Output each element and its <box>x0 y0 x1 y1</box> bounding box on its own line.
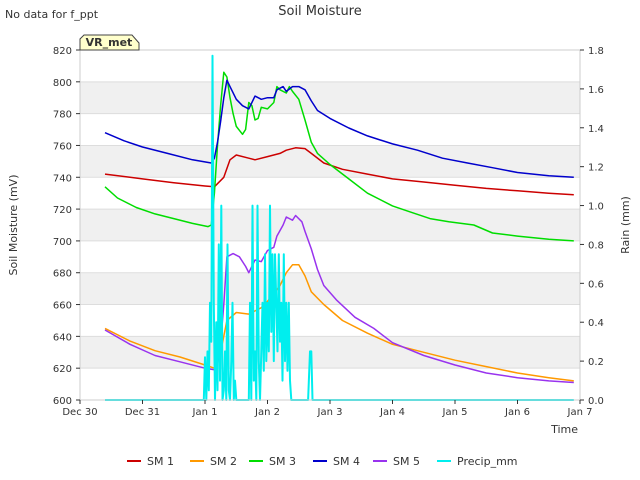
plot-band <box>80 336 580 369</box>
x-tick-label: Jan 7 <box>567 407 593 418</box>
y-tick-label: 760 <box>53 141 72 152</box>
site-badge: VR_met <box>79 34 140 51</box>
x-tick-label: Dec 31 <box>125 407 160 418</box>
no-data-note: No data for f_ppt <box>5 8 99 21</box>
y-tick-label: 720 <box>53 205 72 216</box>
x-tick-label: Dec 30 <box>62 407 97 418</box>
x-tick-label: Jan 2 <box>254 407 280 418</box>
y-right-tick-label: 1.8 <box>588 46 604 57</box>
legend-label-precip-mm: Precip_mm <box>457 455 518 468</box>
y-tick-label: 640 <box>53 332 72 343</box>
y-right-tick-label: 0.4 <box>588 318 604 329</box>
y-tick-label: 780 <box>53 110 72 121</box>
soil-moisture-chart: 600 620 640 660 680 700 720 740 760 780 800 820 0.0… <box>0 0 640 480</box>
plot-band <box>80 272 580 305</box>
y-tick-label: 600 <box>53 396 72 407</box>
legend-label-sm-4: SM 4 <box>333 455 360 468</box>
legend-label-sm-1: SM 1 <box>147 455 174 468</box>
x-tick-label: Jan 5 <box>442 407 468 418</box>
legend-label-sm-2: SM 2 <box>210 455 237 468</box>
site-badge-label: VR_met <box>86 36 133 49</box>
x-axis-label: Time <box>550 423 578 436</box>
y-right-tick-label: 0.0 <box>588 396 604 407</box>
y-right-tick-label: 1.6 <box>588 85 604 96</box>
y-tick-label: 800 <box>53 78 72 89</box>
y-right-tick-label: 0.8 <box>588 240 604 251</box>
y-tick-label: 660 <box>53 301 72 312</box>
y-right-tick-label: 1.0 <box>588 202 604 213</box>
plot-band <box>80 81 580 114</box>
legend-label-sm-5: SM 5 <box>393 455 420 468</box>
x-tick-label: Jan 3 <box>317 407 343 418</box>
y-tick-label: 680 <box>53 269 72 280</box>
y-tick-label: 820 <box>53 46 72 57</box>
y-tick-label: 620 <box>53 364 72 375</box>
y-right-tick-label: 0.2 <box>588 357 604 368</box>
x-tick-label: Jan 4 <box>379 407 405 418</box>
y-right-tick-label: 1.2 <box>588 163 604 174</box>
y-axis-label-right: Rain (mm) <box>619 196 632 254</box>
legend-label-sm-3: SM 3 <box>269 455 296 468</box>
y-tick-label: 700 <box>53 237 72 248</box>
y-axis-label-left: Soil Moisture (mV) <box>7 175 20 276</box>
y-tick-label: 740 <box>53 173 72 184</box>
x-tick-label: Jan 1 <box>192 407 218 418</box>
y-right-tick-label: 1.4 <box>588 124 604 135</box>
x-tick-label: Jan 6 <box>504 407 530 418</box>
chart-title: Soil Moisture <box>278 4 362 19</box>
y-right-tick-label: 0.6 <box>588 279 604 290</box>
